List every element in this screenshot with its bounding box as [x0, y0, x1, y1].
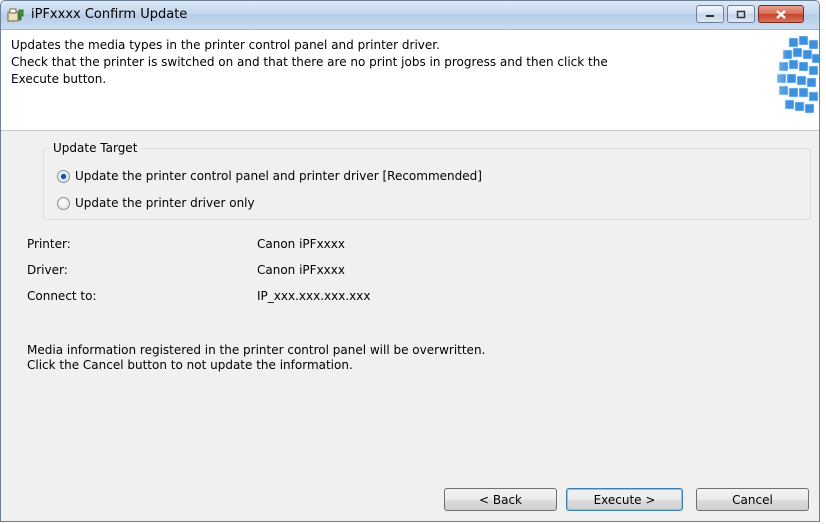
radio-label: Update the printer driver only: [75, 196, 255, 210]
media-blocks-graphic: [749, 30, 819, 130]
update-target-title: Update Target: [49, 141, 142, 155]
driver-value: Canon iPFxxxx: [257, 263, 345, 277]
overwrite-note-line-2: Click the Cancel button to not update th…: [27, 358, 353, 372]
dialog-header: Updates the media types in the printer c…: [1, 30, 819, 131]
radio-option-panel-and-driver[interactable]: Update the printer control panel and pri…: [57, 169, 482, 183]
confirm-update-dialog: iPFxxxx Confirm Update Updates the media…: [0, 0, 820, 522]
header-line-1: Updates the media types in the printer c…: [11, 38, 440, 52]
printer-install-icon: [7, 8, 24, 22]
printer-value: Canon iPFxxxx: [257, 237, 345, 251]
radio-label: Update the printer control panel and pri…: [75, 169, 482, 183]
printer-label: Printer:: [27, 237, 71, 251]
header-line-3: Execute button.: [11, 72, 107, 86]
radio-selected-icon[interactable]: [57, 169, 70, 183]
minimize-icon: [706, 15, 714, 17]
header-line-2: Check that the printer is switched on an…: [11, 55, 608, 69]
close-button[interactable]: [758, 5, 804, 23]
minimize-button[interactable]: [696, 5, 724, 23]
window-title: iPFxxxx Confirm Update: [31, 7, 188, 22]
connect-to-label: Connect to:: [27, 289, 97, 303]
cancel-button[interactable]: Cancel: [696, 488, 809, 511]
close-icon: [776, 9, 786, 19]
title-bar[interactable]: iPFxxxx Confirm Update: [1, 1, 819, 30]
maximize-icon: [736, 10, 746, 18]
maximize-button[interactable]: [727, 5, 755, 23]
radio-option-driver-only[interactable]: Update the printer driver only: [57, 196, 255, 210]
execute-button[interactable]: Execute >: [566, 488, 683, 511]
back-button[interactable]: < Back: [444, 488, 557, 511]
connect-to-value: IP_xxx.xxx.xxx.xxx: [257, 289, 371, 303]
driver-label: Driver:: [27, 263, 68, 277]
radio-unselected-icon[interactable]: [57, 196, 70, 210]
overwrite-note-line-1: Media information registered in the prin…: [27, 343, 486, 357]
